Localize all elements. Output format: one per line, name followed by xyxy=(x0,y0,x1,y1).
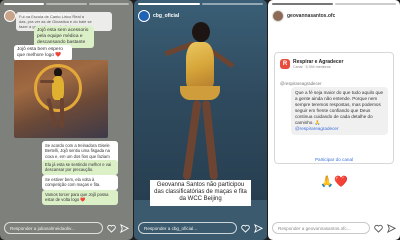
story-panel-1[interactable]: julianalmeidadeliveira Fui na Escola de … xyxy=(0,0,133,240)
channel-share-card[interactable]: R Respirar e Agradecer Canal · 5.394 mem… xyxy=(274,52,394,164)
story-progress xyxy=(138,3,263,5)
send-icon[interactable] xyxy=(120,223,129,233)
story-username[interactable]: geovannasantos.ofc xyxy=(287,13,335,19)
mention-link[interactable]: @respirareagradecer xyxy=(295,126,338,131)
channel-handle: @respirareagradecer xyxy=(280,81,322,86)
reply-input[interactable]: Responder a julianalmeidaoliv... xyxy=(4,222,103,234)
channel-message: Que a fé seja maior do que tudo aquilo q… xyxy=(291,87,388,135)
channel-header: R Respirar e Agradecer Canal · 5.394 mem… xyxy=(280,58,388,70)
story-username[interactable]: cbg_oficial xyxy=(153,13,179,19)
story-footer: Responder a cbg_oficial... xyxy=(138,221,263,235)
chat-message-out: Vamos torcer para que Jojô possa estar d… xyxy=(42,190,118,205)
story-footer: Responder a geovannasantos.ofc... xyxy=(272,221,396,235)
channel-subtitle: Canal · 5.394 membros xyxy=(293,65,331,69)
story-footer: Responder a julianalmeidaoliv... xyxy=(4,221,129,235)
avatar[interactable] xyxy=(138,10,150,22)
send-icon[interactable] xyxy=(387,223,396,233)
athlete-leotard xyxy=(186,42,214,90)
story-progress xyxy=(272,3,396,5)
avatar[interactable] xyxy=(272,10,284,22)
send-icon[interactable] xyxy=(254,223,263,233)
emoji-sticker: 🙏❤️ xyxy=(320,175,348,188)
story-caption: Geovanna Santos não participou das class… xyxy=(150,180,251,206)
story-panel-2[interactable]: cbg_oficial Geovanna Santos não particip… xyxy=(134,0,267,240)
story-header[interactable]: cbg_oficial xyxy=(138,8,263,24)
chat-message-in: Se estiver bem, ela volta à competição c… xyxy=(42,175,118,190)
join-channel-link[interactable]: Participar do canal xyxy=(275,157,393,162)
avatar[interactable] xyxy=(4,10,16,22)
reply-input[interactable]: Responder a geovannasantos.ofc... xyxy=(272,222,370,234)
chat-message-out: Ela já esta se sentindo melhor e vai des… xyxy=(42,160,118,175)
athlete-head xyxy=(192,22,210,42)
story-progress xyxy=(4,3,129,5)
reply-input[interactable]: Responder a cbg_oficial... xyxy=(138,222,237,234)
embedded-photo xyxy=(14,60,108,138)
heart-icon[interactable] xyxy=(107,224,116,233)
story-header[interactable]: geovannasantos.ofc xyxy=(272,8,396,24)
heart-icon[interactable] xyxy=(374,224,383,233)
heart-icon[interactable] xyxy=(241,224,250,233)
channel-icon: R xyxy=(280,59,290,69)
chat-message-in: Jojô esta bem espero que melhore logo ❤️ xyxy=(14,45,72,61)
story-panel-3[interactable]: geovannasantos.ofc R Respirar e Agradece… xyxy=(268,0,400,240)
